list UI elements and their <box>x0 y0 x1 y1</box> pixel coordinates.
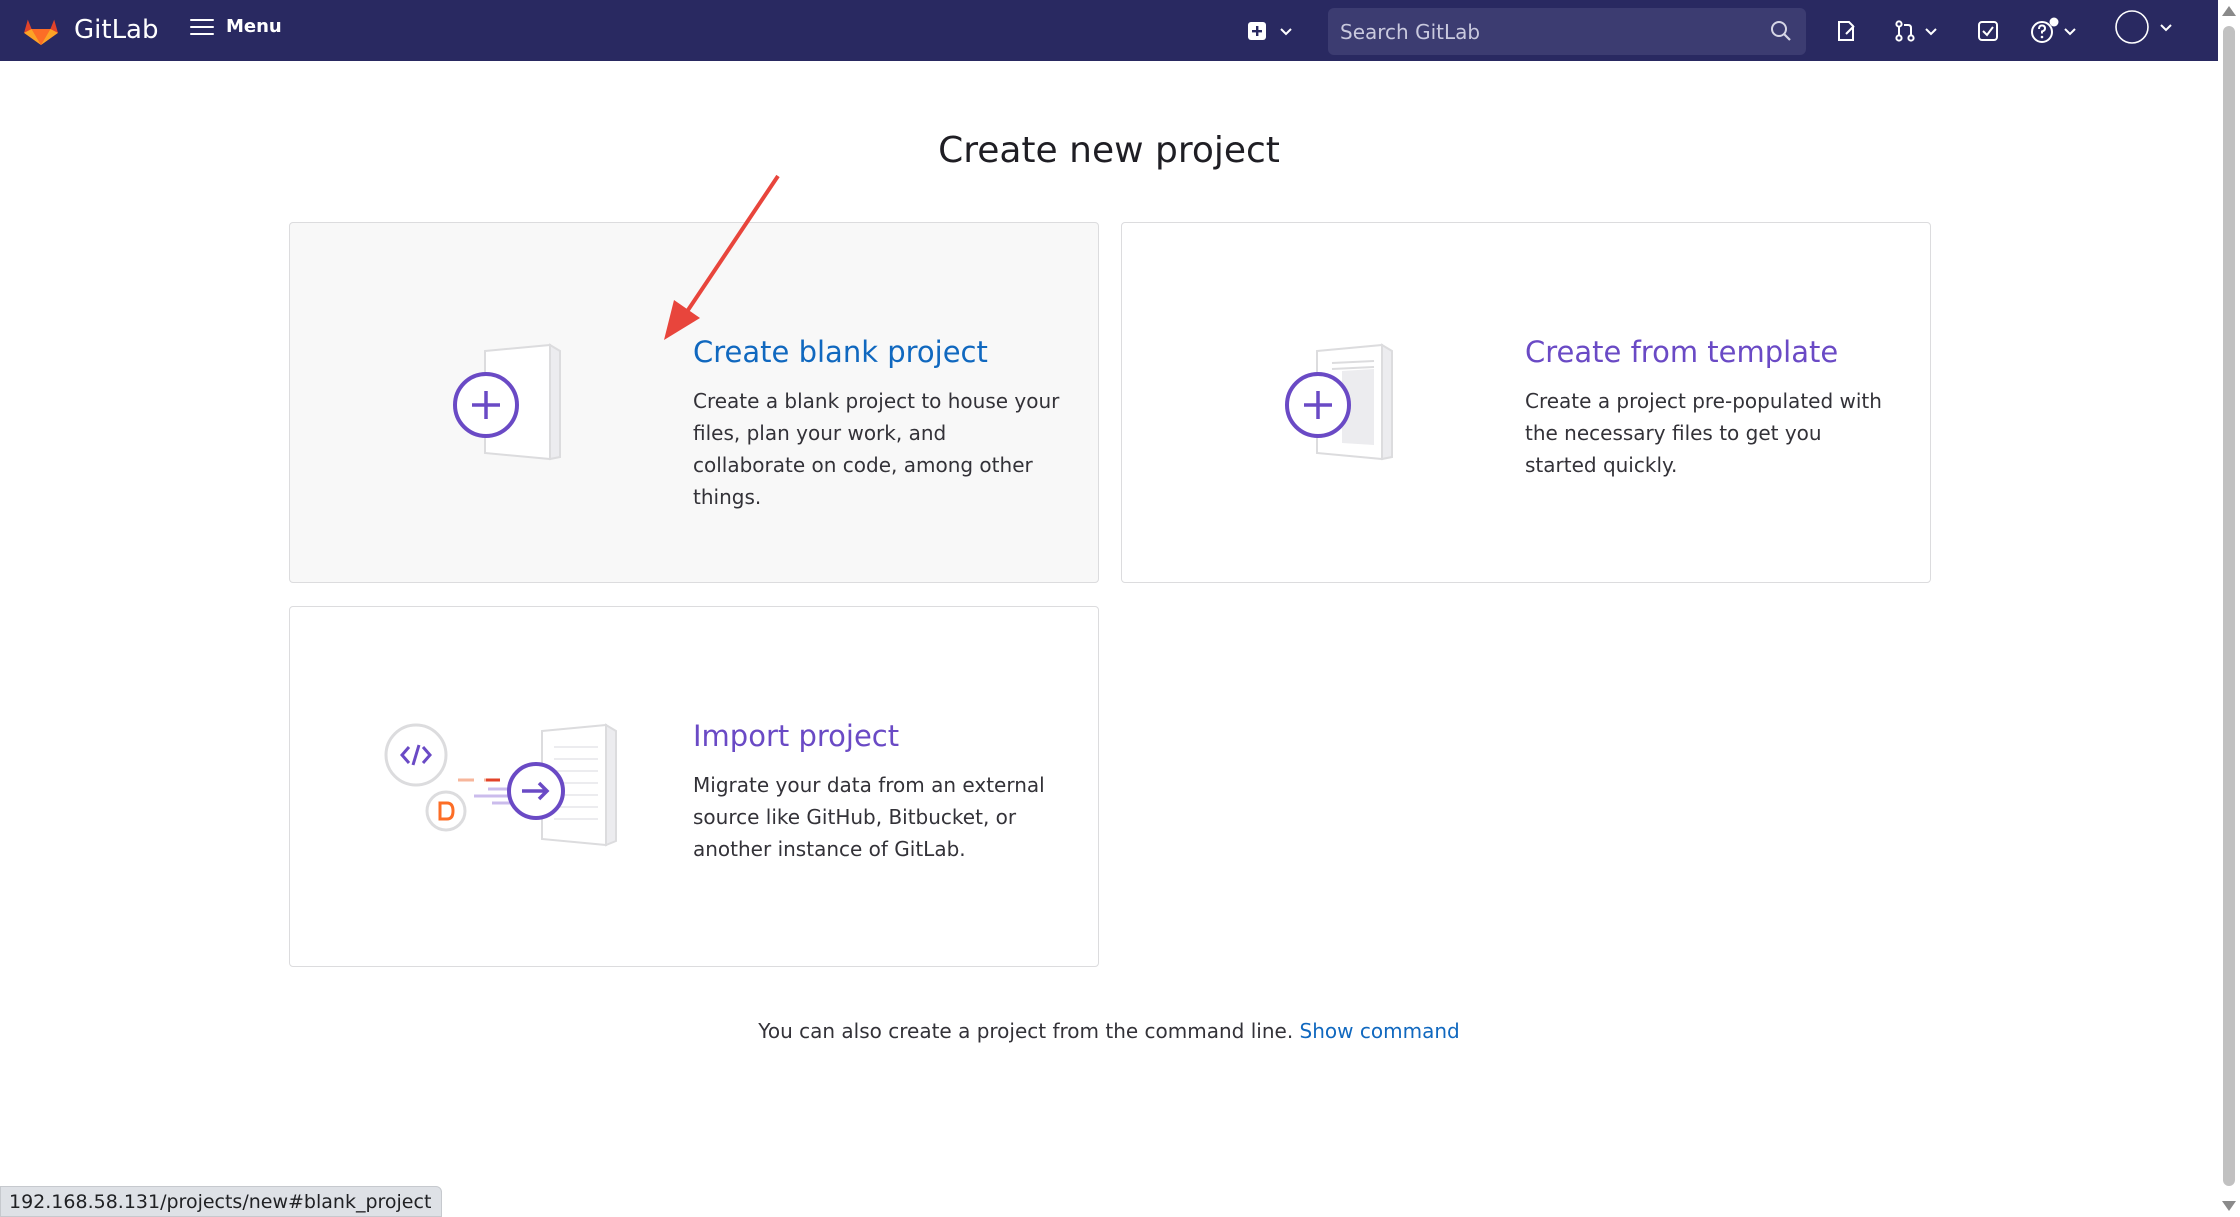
annotation-arrow-icon <box>664 174 780 340</box>
card-description: Create a blank project to house your fil… <box>693 389 1060 509</box>
vertical-scrollbar[interactable] <box>2218 0 2240 1217</box>
create-from-template-card[interactable]: Create from template Create a project pr… <box>1121 222 1931 583</box>
page-title: Create new project <box>938 130 1280 171</box>
import-project-illustration <box>384 723 617 847</box>
chevron-down-icon <box>1925 28 1937 36</box>
issues-icon <box>1838 21 1855 41</box>
card-description: Create a project pre-populated with the … <box>1525 389 1882 477</box>
merge-requests-dropdown[interactable] <box>1893 18 1939 44</box>
scroll-down-icon[interactable] <box>2222 1201 2236 1211</box>
show-command-link[interactable]: Show command <box>1300 1019 1460 1043</box>
avatar <box>2115 10 2149 44</box>
template-project-illustration <box>1285 343 1393 461</box>
chevron-down-icon <box>1280 28 1292 36</box>
card-title[interactable]: Import project <box>693 719 1063 753</box>
new-item-icon <box>1248 22 1266 40</box>
command-line-hint-text: You can also create a project from the c… <box>758 1019 1294 1043</box>
new-item-dropdown[interactable] <box>1246 18 1294 44</box>
hamburger-icon <box>190 18 214 36</box>
help-icon <box>2031 17 2059 43</box>
menu-button[interactable]: Menu <box>190 16 282 37</box>
issues-button[interactable] <box>1834 18 1858 44</box>
scroll-up-icon[interactable] <box>2222 6 2236 16</box>
search-box[interactable] <box>1328 8 1806 55</box>
search-icon[interactable] <box>1770 20 1792 42</box>
card-description: Migrate your data from an external sourc… <box>693 773 1045 861</box>
todos-button[interactable] <box>1976 18 2000 44</box>
blank-project-illustration <box>453 343 561 461</box>
help-dropdown[interactable] <box>2030 17 2078 44</box>
chevron-down-icon <box>2160 24 2172 32</box>
import-project-card[interactable]: Import project Migrate your data from an… <box>289 606 1099 967</box>
brand-home-link[interactable]: GitLab <box>22 14 159 46</box>
search-input[interactable] <box>1328 19 1748 44</box>
brand-name: GitLab <box>74 15 159 45</box>
todos-icon <box>1978 21 1998 41</box>
command-line-hint: You can also create a project from the c… <box>0 1019 2218 1043</box>
status-bar-url: 192.168.58.131/projects/new#blank_projec… <box>0 1186 443 1217</box>
scrollbar-thumb[interactable] <box>2223 26 2235 1186</box>
top-navbar: GitLab Menu <box>0 0 2218 61</box>
gitlab-logo-icon <box>24 19 58 46</box>
menu-label: Menu <box>226 16 282 37</box>
card-title[interactable]: Create from template <box>1525 335 1895 369</box>
user-menu-dropdown[interactable] <box>2114 10 2174 44</box>
chevron-down-icon <box>2064 28 2076 36</box>
merge-requests-icon <box>1895 20 1915 42</box>
